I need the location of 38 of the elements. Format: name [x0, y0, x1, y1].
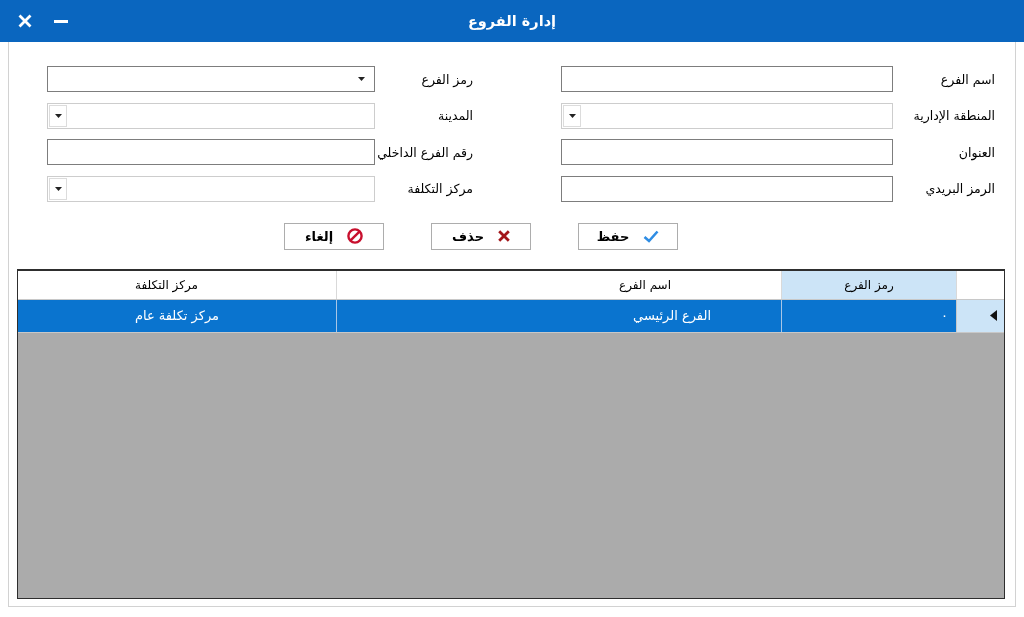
delete-button[interactable]: حذف [431, 222, 531, 250]
close-icon [18, 14, 32, 28]
field-label: المنطقة الإدارية [913, 108, 995, 123]
table-cell: ٠ [781, 299, 956, 332]
field-label: المدينة [437, 108, 473, 123]
row-header[interactable] [956, 299, 1004, 332]
field-label: رقم الفرع الداخلي [377, 144, 473, 160]
check-icon [643, 229, 660, 243]
column-header[interactable]: مركز التكلفة [18, 270, 336, 299]
column-header[interactable]: رمز الفرع [781, 270, 956, 299]
caret-icon [358, 77, 365, 81]
window-title: إدارة الفروع [467, 13, 557, 29]
cross-icon [498, 230, 510, 242]
dropdown-field[interactable] [47, 66, 375, 92]
dropdown-button[interactable] [49, 104, 67, 127]
text-field[interactable] [561, 139, 893, 165]
caret-icon [54, 186, 62, 191]
save-button[interactable]: حفظ [578, 222, 678, 250]
row-pointer-icon [990, 310, 997, 321]
text-field[interactable] [561, 66, 893, 92]
field-label: اسم الفرع [940, 71, 995, 87]
field-label: مركز التكلفة [407, 181, 473, 196]
table-cell: الفرع الرئيسي [336, 299, 781, 332]
dropdown-button[interactable] [49, 177, 67, 200]
table-row[interactable]: ٠ الفرع الرئيسي مركز تكلفة عام [18, 299, 1004, 333]
cancel-button[interactable]: إلغاء [284, 222, 384, 250]
minimize-icon [54, 19, 68, 23]
field-label: العنوان [958, 144, 995, 160]
dropdown-button[interactable] [563, 104, 581, 127]
caret-icon [568, 113, 576, 118]
column-header[interactable]: اسم الفرع [336, 270, 781, 299]
prohibition-icon [347, 228, 364, 244]
text-field[interactable] [561, 175, 893, 202]
caret-icon [54, 113, 62, 118]
field-label: رمز الفرع [421, 71, 473, 87]
text-field[interactable] [47, 139, 375, 165]
field-label: الرمز البريدي [925, 181, 995, 196]
table-cell-text: مركز تكلفة عام [133, 307, 221, 326]
